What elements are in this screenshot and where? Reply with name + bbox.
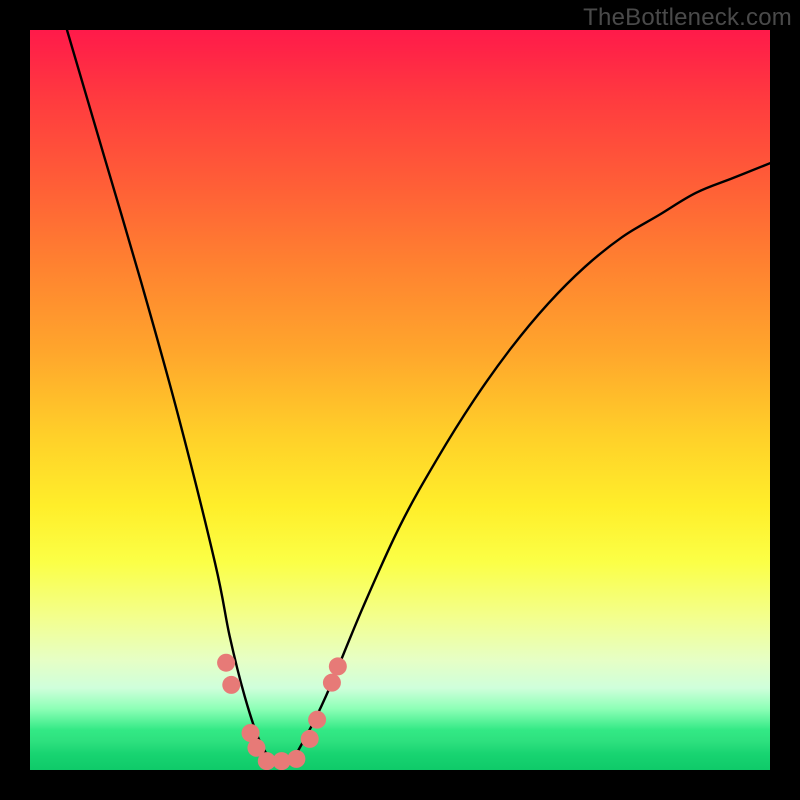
plot-area [30, 30, 770, 770]
curve-marker [323, 674, 341, 692]
curve-marker [308, 711, 326, 729]
curve-marker [222, 676, 240, 694]
curve-marker [329, 657, 347, 675]
bottleneck-curve-path [67, 30, 770, 766]
chart-frame: TheBottleneck.com [0, 0, 800, 800]
curve-layer [30, 30, 770, 770]
watermark-text: TheBottleneck.com [583, 4, 792, 32]
curve-marker [287, 750, 305, 768]
curve-markers [217, 654, 347, 770]
curve-marker [217, 654, 235, 672]
bottleneck-curve [67, 30, 770, 766]
curve-marker [301, 730, 319, 748]
